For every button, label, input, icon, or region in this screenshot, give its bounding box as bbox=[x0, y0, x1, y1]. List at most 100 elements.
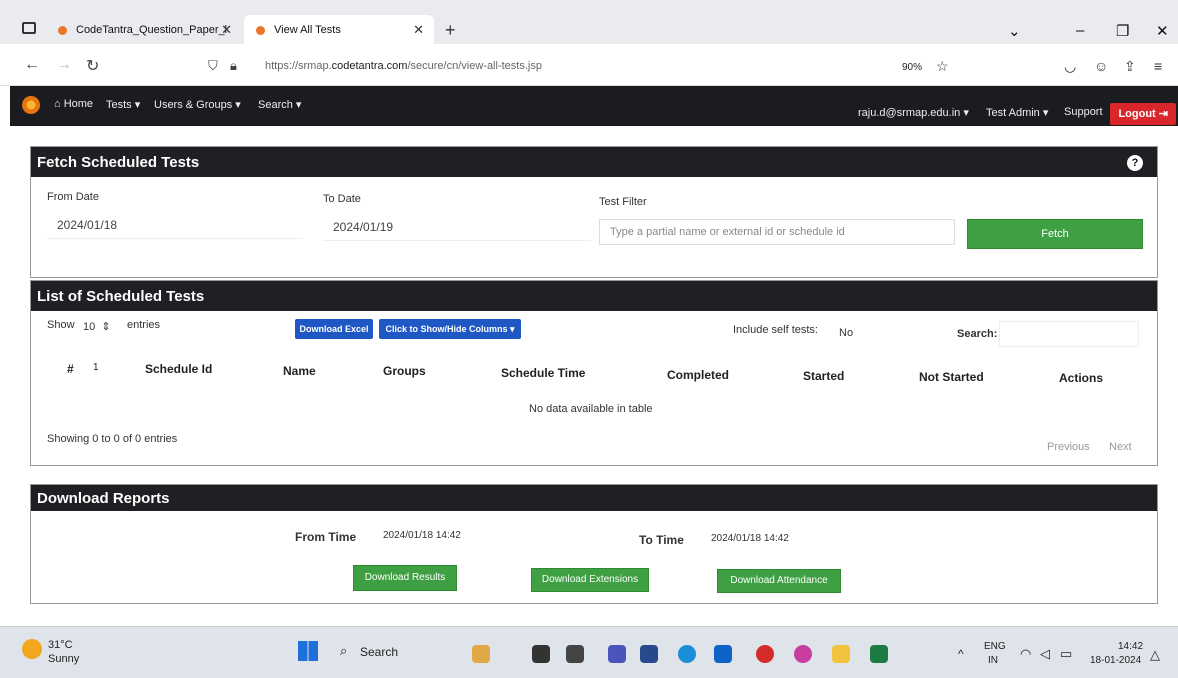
widgets-icon[interactable] bbox=[472, 645, 490, 663]
col-hash[interactable]: # bbox=[67, 362, 74, 376]
nav-home[interactable]: ⌂ Home bbox=[54, 98, 93, 110]
from-date-input[interactable]: 2024/01/18 bbox=[47, 213, 303, 239]
user-menu[interactable]: raju.d@srmap.edu.in ▾ bbox=[858, 106, 969, 119]
zoom-level[interactable]: 90% bbox=[902, 62, 922, 73]
nav-search[interactable]: Search ▾ bbox=[258, 98, 301, 111]
close-window-button[interactable]: ✕ bbox=[1156, 22, 1169, 40]
logout-button[interactable]: Logout ⇥ bbox=[1110, 103, 1176, 125]
col-groups[interactable]: Groups bbox=[383, 364, 426, 378]
col-actions[interactable]: Actions bbox=[1059, 371, 1103, 385]
pocket-icon[interactable]: ◡ bbox=[1064, 58, 1076, 75]
tab-favicon-icon bbox=[256, 25, 265, 35]
caret-down-icon: ▾ bbox=[232, 99, 241, 111]
tab-overview-icon[interactable] bbox=[22, 22, 36, 34]
shield-icon[interactable]: ⛉ bbox=[208, 58, 218, 74]
to-date-label: To Date bbox=[323, 193, 361, 205]
test-filter-input[interactable]: Type a partial name or external id or sc… bbox=[599, 219, 955, 245]
from-time-input[interactable]: 2024/01/18 14:42 bbox=[383, 530, 461, 541]
from-date-label: From Date bbox=[47, 191, 99, 203]
to-date-input[interactable]: 2024/01/19 bbox=[323, 215, 591, 241]
extensions-icon[interactable]: ⇪ bbox=[1124, 58, 1136, 75]
col-completed[interactable]: Completed bbox=[667, 368, 729, 382]
teams-icon[interactable] bbox=[608, 645, 626, 663]
entries-select[interactable]: 10 ⇕ bbox=[83, 320, 111, 333]
download-results-button[interactable]: Download Results bbox=[353, 565, 457, 591]
user-email: raju.d@srmap.edu.in bbox=[858, 107, 961, 119]
col-not-started[interactable]: Not Started bbox=[919, 370, 984, 384]
wifi-icon[interactable]: ◠ bbox=[1020, 646, 1031, 662]
address-bar[interactable]: https://srmap.codetantra.com/secure/cn/v… bbox=[265, 60, 542, 72]
select-arrows-icon: ⇕ bbox=[95, 321, 111, 333]
col-schedule-time[interactable]: Schedule Time bbox=[501, 366, 585, 380]
tab-close-icon[interactable]: ✕ bbox=[221, 22, 232, 38]
nav-tests[interactable]: Tests ▾ bbox=[106, 98, 140, 111]
fetch-button[interactable]: Fetch bbox=[967, 219, 1143, 249]
clock-time[interactable]: 14:42 bbox=[1118, 641, 1143, 652]
help-icon[interactable]: ? bbox=[1127, 155, 1143, 171]
nav-users-groups[interactable]: Users & Groups ▾ bbox=[154, 98, 241, 111]
reload-button[interactable]: ↻ bbox=[86, 56, 99, 76]
show-hide-columns-button[interactable]: Click to Show/Hide Columns ▾ bbox=[379, 319, 521, 339]
nav-search-label: Search bbox=[258, 99, 293, 111]
account-icon[interactable]: ☺ bbox=[1094, 58, 1108, 74]
table-search-input[interactable] bbox=[999, 321, 1139, 347]
tab-close-icon[interactable]: ✕ bbox=[413, 22, 424, 38]
tab-view-all-tests[interactable]: View All Tests ✕ bbox=[244, 15, 434, 45]
chrome-icon[interactable] bbox=[794, 645, 812, 663]
col-started[interactable]: Started bbox=[803, 369, 844, 383]
weather-temp: 31°C bbox=[48, 639, 73, 651]
caret-down-icon: ▾ bbox=[507, 324, 515, 334]
download-attendance-button[interactable]: Download Attendance bbox=[717, 569, 841, 593]
col-schedule-id[interactable]: Schedule Id bbox=[145, 362, 212, 376]
to-time-input[interactable]: 2024/01/18 14:42 bbox=[711, 533, 789, 544]
notification-bell-icon[interactable]: △ bbox=[1150, 647, 1160, 663]
restore-button[interactable]: ❐ bbox=[1116, 22, 1129, 40]
download-reports-panel: Download Reports From Time 2024/01/18 14… bbox=[30, 484, 1158, 604]
nav-tests-label: Tests bbox=[106, 99, 132, 111]
minimize-button[interactable]: – bbox=[1076, 22, 1084, 39]
tab-list-dropdown-icon[interactable]: ⌄ bbox=[1008, 22, 1021, 40]
clock-date[interactable]: 18-01-2024 bbox=[1090, 655, 1141, 666]
codetantra-logo[interactable] bbox=[22, 96, 40, 114]
chat-icon[interactable] bbox=[532, 645, 550, 663]
logout-label: Logout bbox=[1118, 108, 1156, 120]
start-icon[interactable] bbox=[298, 641, 318, 661]
caret-down-icon: ▾ bbox=[131, 99, 141, 111]
forward-button[interactable]: → bbox=[56, 56, 72, 74]
mail-icon[interactable] bbox=[714, 645, 732, 663]
col-name[interactable]: Name bbox=[283, 364, 316, 378]
back-button[interactable]: ← bbox=[24, 56, 40, 74]
browser-nav-bar: ← → ↻ ⛉ 🔒︎ https://srmap.codetantra.com/… bbox=[0, 44, 1178, 86]
home-icon: ⌂ bbox=[54, 98, 64, 110]
edge-icon[interactable] bbox=[678, 645, 696, 663]
weather-icon[interactable] bbox=[22, 639, 42, 659]
taskbar-search[interactable]: ⌕ Search bbox=[330, 638, 450, 666]
bookmark-star-icon[interactable]: ☆ bbox=[936, 58, 949, 75]
include-self-tests-select[interactable]: No bbox=[839, 327, 853, 339]
excel-icon[interactable] bbox=[870, 645, 888, 663]
folder-icon[interactable] bbox=[832, 645, 850, 663]
store-icon[interactable] bbox=[640, 645, 658, 663]
download-extensions-button[interactable]: Download Extensions bbox=[531, 568, 649, 592]
language-code[interactable]: ENG bbox=[984, 641, 1006, 652]
battery-icon[interactable]: ▭ bbox=[1060, 646, 1072, 662]
app-icon[interactable] bbox=[756, 645, 774, 663]
tab-codetantra-question-paper[interactable]: CodeTantra_Question_Paper_l ✕ bbox=[52, 15, 242, 45]
next-page-button[interactable]: Next bbox=[1109, 441, 1132, 453]
volume-icon[interactable]: ◁ bbox=[1040, 646, 1050, 662]
chevron-up-icon[interactable]: ^ bbox=[958, 647, 964, 661]
sort-indicator[interactable]: 1 bbox=[93, 362, 99, 373]
region-code[interactable]: IN bbox=[988, 655, 998, 666]
entries-value: 10 bbox=[83, 321, 96, 333]
menu-hamburger-icon[interactable]: ≡ bbox=[1154, 58, 1162, 74]
lock-icon[interactable]: 🔒︎ bbox=[230, 58, 237, 74]
role-label: Test Admin bbox=[986, 107, 1040, 119]
new-tab-button[interactable]: + bbox=[445, 20, 456, 41]
support-link[interactable]: Support bbox=[1064, 106, 1103, 118]
caret-down-icon: ▾ bbox=[960, 107, 969, 119]
previous-page-button[interactable]: Previous bbox=[1047, 441, 1090, 453]
role-menu[interactable]: Test Admin ▾ bbox=[986, 106, 1048, 119]
logout-icon: ⇥ bbox=[1155, 108, 1168, 120]
file-explorer-icon[interactable] bbox=[566, 645, 584, 663]
download-excel-button[interactable]: Download Excel bbox=[295, 319, 373, 339]
